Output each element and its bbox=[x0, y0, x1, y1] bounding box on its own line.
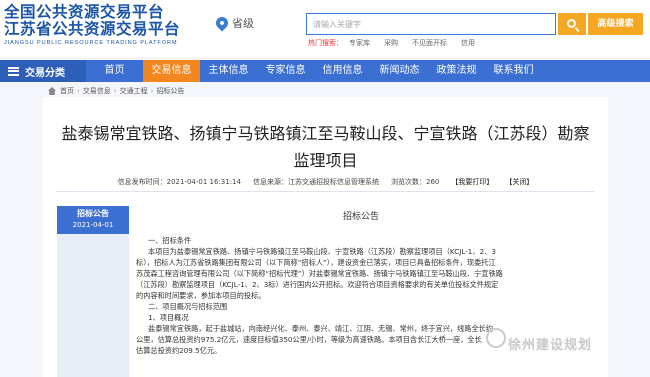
publish-time: 信息发布时间：2021-04-01 16:31:14 bbox=[117, 178, 241, 186]
breadcrumb-item[interactable]: 交通工程 bbox=[120, 86, 148, 96]
document-title: 招标公告 bbox=[343, 212, 380, 222]
nav-item-home[interactable]: 首页 bbox=[86, 60, 143, 82]
location-pin-icon bbox=[213, 14, 231, 32]
advanced-search-button[interactable]: 高级搜索 bbox=[588, 13, 643, 35]
nav-item-news[interactable]: 新闻动态 bbox=[371, 60, 428, 82]
watermark: 徐州建设规划 bbox=[508, 338, 593, 353]
region-label: 省级 bbox=[232, 17, 254, 30]
close-link[interactable]: 【关闭】 bbox=[505, 177, 533, 187]
breadcrumb-item[interactable]: 首页 bbox=[60, 86, 74, 96]
search-input[interactable] bbox=[306, 13, 556, 35]
notice-badge: 招标公告 2021-04-01 bbox=[57, 206, 129, 234]
watermark-logo-icon bbox=[486, 328, 506, 348]
breadcrumb-separator: › bbox=[113, 87, 117, 95]
nav-item-trade-info[interactable]: 交易信息 bbox=[143, 60, 200, 82]
logo-english-title: JIANGSU PUBLIC RESOURCE TRADING PLATFORM bbox=[4, 40, 178, 46]
breadcrumb: 首页 › 交易信息 › 交通工程 › 招标公告 bbox=[48, 86, 184, 96]
nav-item-expert-info[interactable]: 专家信息 bbox=[257, 60, 314, 82]
body-line: 苏茂森工程咨询管理有限公司（以下简称“招标代理”）对盐泰锡常宜铁路、扬镇宁马铁路… bbox=[136, 269, 503, 278]
nav-item-entity-info[interactable]: 主体信息 bbox=[200, 60, 257, 82]
body-line: 本项目为盐泰锡常宜铁路、扬镇宁马铁路镇江至马鞍山段、宁宣铁路（江苏段）勘察监理项… bbox=[148, 247, 496, 256]
article-meta: 信息发布时间：2021-04-01 16:31:14 信息来源：江苏交通招投标信… bbox=[43, 177, 608, 187]
breadcrumb-item[interactable]: 招标公告 bbox=[156, 86, 184, 96]
hot-search-item[interactable]: 信用 bbox=[461, 38, 475, 48]
view-count: 浏览次数：260 bbox=[390, 178, 440, 186]
breadcrumb-item[interactable]: 交易信息 bbox=[83, 86, 111, 96]
home-icon bbox=[48, 87, 56, 95]
site-header: 全国公共资源交易平台 江苏省公共资源交易平台 JIANGSU PUBLIC RE… bbox=[0, 0, 650, 57]
body-line: 标），招标人为江苏省铁路集团有限公司（以下简称“招标人”），建设资金已落实，项目… bbox=[136, 258, 496, 267]
site-logo[interactable]: 全国公共资源交易平台 江苏省公共资源交易平台 JIANGSU PUBLIC RE… bbox=[4, 3, 204, 47]
hot-searches: 热门搜索： 专家库 采购 不见面开标 信用 bbox=[308, 38, 489, 48]
region-selector[interactable]: 省级 bbox=[213, 14, 254, 32]
hot-search-item[interactable]: 采购 bbox=[384, 38, 398, 48]
menu-icon bbox=[8, 66, 19, 76]
logo-title-jiangsu: 江苏省公共资源交易平台 bbox=[4, 20, 181, 38]
divider bbox=[56, 191, 595, 192]
logo-title-national: 全国公共资源交易平台 bbox=[4, 3, 165, 21]
nav-category-label: 交易分类 bbox=[25, 67, 65, 79]
badge-date: 2021-04-01 bbox=[72, 221, 114, 229]
hot-search-label: 热门搜索： bbox=[308, 39, 343, 47]
body-line: 盐泰锡常宜铁路，起于盐城站，向南经兴化、泰州、泰兴、靖江、江阴、无锡、常州，终于… bbox=[148, 324, 494, 333]
badge-label: 招标公告 bbox=[77, 209, 109, 218]
body-line: （江苏段）勘察监理项目（KCJL-1、2、3标）进行国内公开招标。欢迎符合项目资… bbox=[136, 280, 499, 289]
page-title: 盐泰锡常宜铁路、扬镇宁马铁路镇江至马鞍山段、宁宣铁路（江苏段）勘察监理项目 bbox=[61, 124, 590, 170]
body-line: 的内容和时间要求，参加本项目的投标。 bbox=[136, 291, 266, 300]
main-nav: 交易分类 首页 交易信息 主体信息 专家信息 信用信息 新闻动态 政策法规 联系… bbox=[0, 60, 650, 82]
nav-category-menu[interactable]: 交易分类 bbox=[0, 60, 86, 82]
search-button[interactable] bbox=[558, 13, 586, 35]
nav-item-policy[interactable]: 政策法规 bbox=[428, 60, 485, 82]
search-icon bbox=[566, 18, 576, 28]
body-line: 一、招标条件 bbox=[148, 236, 192, 245]
nav-item-contact[interactable]: 联系我们 bbox=[485, 60, 542, 82]
info-source: 信息来源：江苏交通招投标信息管理系统 bbox=[252, 178, 379, 186]
hot-search-item[interactable]: 专家库 bbox=[349, 38, 370, 48]
print-link[interactable]: 【我要打印】 bbox=[451, 177, 493, 187]
hot-search-item[interactable]: 不见面开标 bbox=[412, 38, 447, 48]
nav-item-credit-info[interactable]: 信用信息 bbox=[314, 60, 371, 82]
breadcrumb-separator: › bbox=[77, 87, 80, 95]
badge-sidebar bbox=[57, 234, 129, 377]
breadcrumb-separator: › bbox=[150, 87, 154, 95]
body-line: 二、项目概况与招标范围 bbox=[148, 302, 228, 311]
body-line: 1、项目概况 bbox=[148, 313, 189, 322]
